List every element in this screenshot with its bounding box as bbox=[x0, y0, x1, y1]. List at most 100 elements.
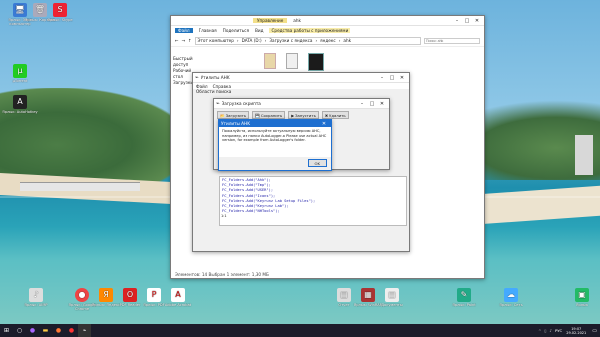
desktop-icon[interactable]: ▣ Ярлык bbox=[564, 288, 600, 307]
maximize-icon[interactable]: □ bbox=[367, 101, 377, 107]
close-icon[interactable]: ✕ bbox=[397, 75, 407, 81]
start-icon[interactable]: ⊞ bbox=[0, 324, 13, 337]
desktop-icon[interactable]: ☁ Ярлык: Сеть bbox=[493, 288, 529, 307]
desktop-icon-label: Ярлык: Сеть bbox=[499, 303, 523, 307]
panel-title: Области поиска bbox=[196, 89, 232, 94]
torrent-icon: µ bbox=[13, 64, 27, 78]
desktop-icon-label: Отчет bbox=[338, 303, 350, 307]
desktop-icon[interactable]: ♪ Ярлык: AIMP bbox=[18, 288, 54, 307]
minimize-icon[interactable]: – bbox=[377, 75, 387, 81]
menu-help[interactable]: Справка bbox=[213, 84, 231, 89]
delete-icon: ✖ bbox=[324, 112, 329, 118]
search-input[interactable] bbox=[424, 37, 480, 44]
ribbon-manage-tab[interactable]: Управление bbox=[253, 18, 288, 23]
clock[interactable]: 19:07 29.02.2021 bbox=[566, 327, 586, 335]
notification-icon[interactable]: ▭ bbox=[592, 328, 597, 334]
aimp-icon: ♪ bbox=[29, 288, 43, 302]
desktop-icon-label: µTorrent bbox=[12, 79, 28, 83]
save-button[interactable]: 💾 Сохранить bbox=[252, 111, 286, 119]
sidebar-item[interactable]: Быстрый доступ bbox=[173, 56, 195, 68]
menu-file[interactable]: Файл bbox=[196, 84, 208, 89]
file-icon[interactable] bbox=[286, 53, 298, 69]
forward-arrow-icon[interactable]: → bbox=[182, 38, 186, 43]
desktop-icon[interactable]: A Adobe Acrobat bbox=[160, 288, 196, 307]
tab-share[interactable]: Поделиться bbox=[223, 28, 249, 33]
code-area[interactable]: FC_Folders.Add("Ahk"); FC_Folders.Add("T… bbox=[219, 176, 407, 226]
landscape-pier bbox=[20, 182, 140, 191]
desktop-icon[interactable]: µ µTorrent bbox=[2, 64, 38, 83]
breadcrumb-item[interactable]: яндекс bbox=[320, 38, 336, 43]
desktop-icon[interactable]: ▤ Документы bbox=[374, 288, 410, 307]
breadcrumb-item[interactable]: DATA (D:) bbox=[242, 38, 262, 43]
run-button-label: Запустить bbox=[295, 112, 316, 118]
status-bar: Элементов: 14 Выбран 1 элемент: 1,30 МБ bbox=[175, 272, 269, 277]
clock-date: 29.02.2021 bbox=[566, 330, 587, 335]
breadcrumb[interactable]: Этот компьютер › DATA (D:) › Загрузки с ян… bbox=[194, 36, 421, 45]
breadcrumb-item[interactable]: ahk bbox=[343, 38, 351, 43]
volume-icon[interactable]: ♪ bbox=[550, 328, 552, 333]
script-title: Загрузка скрипта bbox=[221, 101, 261, 106]
language-indicator[interactable]: РУС bbox=[555, 328, 562, 333]
code-line: FC_Folders.Add("NHTools"); bbox=[222, 209, 280, 214]
close-icon[interactable]: ✕ bbox=[319, 121, 329, 127]
app-icon: ▣ bbox=[575, 288, 589, 302]
search-icon[interactable]: ○ bbox=[13, 324, 26, 337]
network-icon: ☁ bbox=[504, 288, 518, 302]
folder-icon[interactable]: ▬ bbox=[39, 324, 52, 337]
skype-icon: S bbox=[53, 3, 67, 17]
editor-titlebar[interactable]: ⌁ Утилиты AHK – □ ✕ bbox=[193, 73, 409, 83]
dialog-message: Пожалуйста, используйте актуальную верси… bbox=[219, 127, 331, 157]
desktop-icon-label: Ярлык: Skype bbox=[47, 18, 73, 22]
tray-chevron-icon[interactable]: ^ bbox=[538, 328, 541, 333]
landscape-beach-right bbox=[470, 185, 600, 225]
desktop-icon-label: Ярлык: AIMP bbox=[24, 303, 48, 307]
close-icon[interactable]: ✕ bbox=[472, 18, 482, 24]
load-button[interactable]: 📂 Загрузить bbox=[217, 111, 250, 119]
desktop-icon[interactable]: A Ярлык: AutoHotkey bbox=[2, 95, 38, 114]
minimize-icon[interactable]: – bbox=[357, 101, 367, 107]
breadcrumb-item[interactable]: Загрузки с яндекса bbox=[269, 38, 312, 43]
script-titlebar[interactable]: ⌁ Загрузка скрипта – □ ✕ bbox=[214, 99, 389, 109]
ok-button[interactable]: OK bbox=[307, 159, 327, 167]
address-row: ← → ↑ Этот компьютер › DATA (D:) › Загрузк… bbox=[171, 35, 484, 47]
network-tray-icon[interactable]: ▯ bbox=[544, 328, 546, 333]
paint-icon: ✎ bbox=[457, 288, 471, 302]
feather-icon: ⌁ bbox=[216, 100, 220, 107]
chrome-icon: ● bbox=[75, 288, 89, 302]
caret-position: 1:1 bbox=[221, 214, 227, 218]
breadcrumb-separator-icon: › bbox=[264, 38, 267, 43]
tab-home[interactable]: Главная bbox=[199, 28, 217, 33]
tab-view[interactable]: Вид bbox=[255, 28, 264, 33]
tab-app-tools[interactable]: Средства работы с приложениями bbox=[269, 28, 351, 33]
ribbon-tabs: Файл Главная Поделиться Вид Средства раб… bbox=[171, 26, 484, 35]
up-arrow-icon[interactable]: ↑ bbox=[188, 38, 192, 43]
delete-button[interactable]: ✖ Удалить bbox=[321, 111, 349, 119]
dialog-title: Утилиты AHK bbox=[221, 121, 250, 126]
breadcrumb-item[interactable]: Этот компьютер bbox=[198, 38, 234, 43]
desktop-icon[interactable]: S Ярлык: Skype bbox=[42, 3, 78, 22]
close-icon[interactable]: ✕ bbox=[377, 101, 387, 107]
run-button[interactable]: ▶ Запустить bbox=[288, 111, 319, 119]
taskbar: ⊞ ○ ● ▬ ● ● ⌁ ^ ▯ ♪ РУС 19:07 29.02.2021… bbox=[0, 324, 600, 337]
yandex-icon[interactable]: ● bbox=[65, 324, 78, 337]
document-icon: ▤ bbox=[337, 288, 351, 302]
desktop-icon[interactable]: ✎ Ярлык: Paint bbox=[446, 288, 482, 307]
dialog-titlebar[interactable]: Утилиты AHK ✕ bbox=[219, 120, 331, 127]
file-icon[interactable] bbox=[264, 53, 276, 69]
autohotkey-icon[interactable]: ⌁ bbox=[78, 324, 91, 337]
breadcrumb-separator-icon: › bbox=[315, 38, 318, 43]
browser-icon[interactable]: ● bbox=[26, 324, 39, 337]
explorer-titlebar[interactable]: Управление ahk – □ ✕ bbox=[171, 16, 484, 26]
back-arrow-icon[interactable]: ← bbox=[175, 38, 179, 43]
maximize-icon[interactable]: □ bbox=[387, 75, 397, 81]
message-dialog[interactable]: Утилиты AHK ✕ Пожалуйста, используйте ак… bbox=[218, 119, 332, 171]
maximize-icon[interactable]: □ bbox=[462, 18, 472, 24]
folder-icon: 📂 bbox=[220, 112, 225, 118]
play-icon: ▶ bbox=[291, 112, 295, 118]
desktop-icon-label: Документы bbox=[381, 303, 403, 307]
minimize-icon[interactable]: – bbox=[452, 18, 462, 24]
tab-file[interactable]: Файл bbox=[175, 28, 193, 33]
ahk-file-icon[interactable] bbox=[308, 53, 324, 71]
firefox-icon[interactable]: ● bbox=[52, 324, 65, 337]
pdf-file-icon: P bbox=[147, 288, 161, 302]
